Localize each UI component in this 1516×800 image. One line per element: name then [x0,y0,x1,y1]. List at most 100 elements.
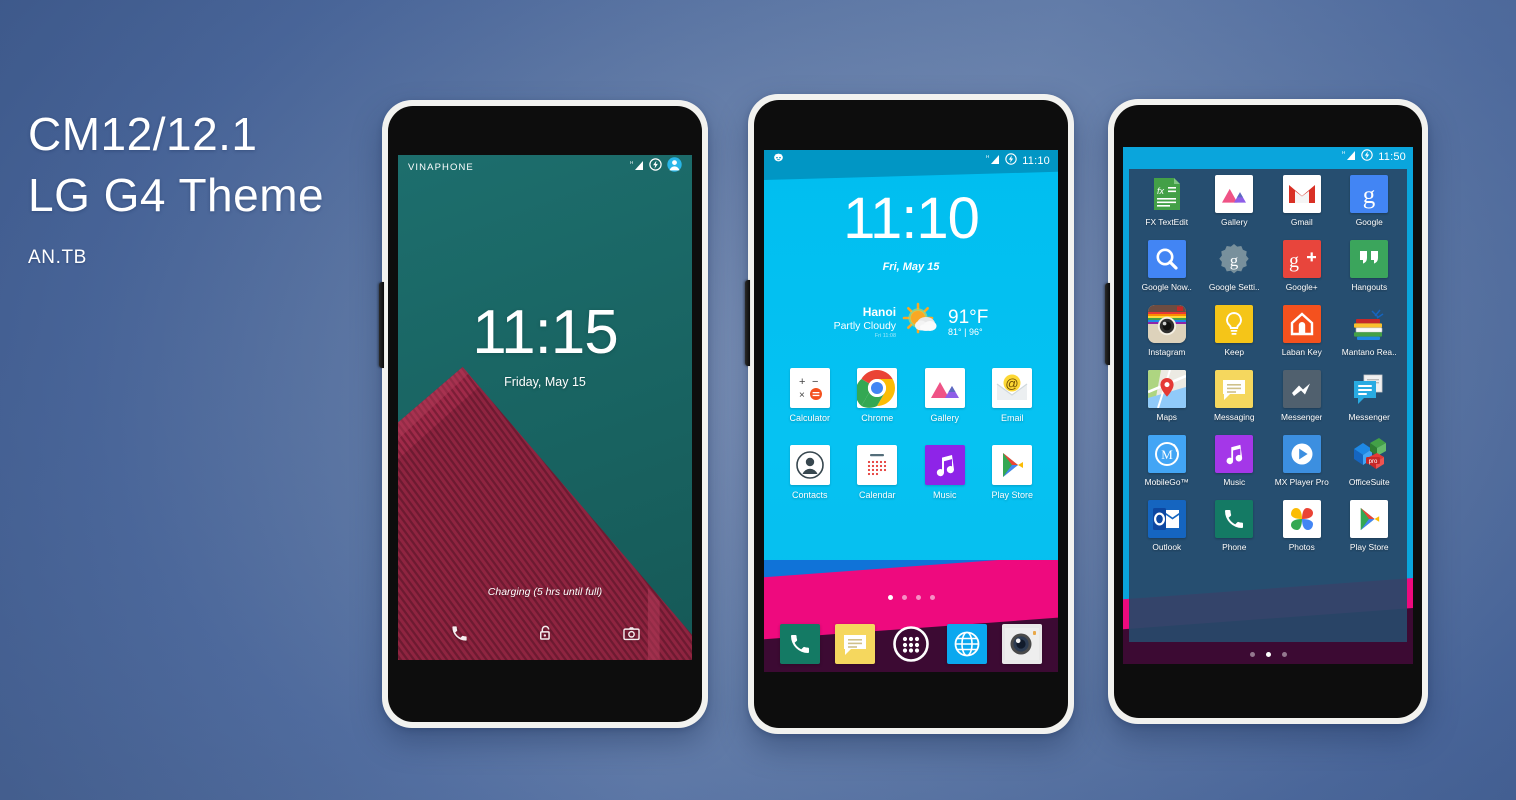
app-maps[interactable]: Maps [1133,370,1201,422]
drawer-page-indicator[interactable] [1123,652,1413,657]
app-keep[interactable]: Keep [1201,305,1269,357]
app-music[interactable]: Music [1201,435,1269,487]
volume-button[interactable] [1105,283,1110,365]
app-label: Contacts [791,490,828,500]
phone-icon[interactable] [450,624,469,648]
app-mobilego[interactable]: M MobileGo™ [1133,435,1201,487]
app-label: Google [1355,217,1383,227]
signal-icon: H [630,158,644,176]
partly-cloudy-icon [902,300,942,345]
weather-city: Hanoi [862,304,897,319]
lock-time: 11:15 [472,298,619,367]
phone-app-drawer: H 11:50 fx FX TextEdit Gallery Gmail g G… [1105,99,1428,724]
phone-screen: VINAPHONE H 11:15 Friday, May 15 Chargin… [398,155,692,660]
app-gallery[interactable]: Gallery [911,368,979,423]
unlock-icon[interactable] [536,624,555,648]
app-label: Play Store [1349,542,1389,552]
app-hangouts[interactable]: Hangouts [1336,240,1404,292]
app-gmail[interactable]: Gmail [1268,175,1336,227]
app-messaging[interactable]: Messaging [1201,370,1269,422]
app-facebook-messenger[interactable]: Messenger [1268,370,1336,422]
app-calculator[interactable]: + − × Calculator [776,368,844,423]
dock-phone-icon[interactable] [779,624,820,664]
app-phone[interactable]: Phone [1201,500,1269,552]
svg-text:g: g [1363,182,1376,209]
app-label: Gmail [1290,217,1313,227]
app-label: Messaging [1213,412,1255,422]
page-dot[interactable] [1249,652,1255,657]
app-drawer: H 11:50 fx FX TextEdit Gallery Gmail g G… [1123,147,1413,664]
app-calendar[interactable]: Calendar [844,445,912,500]
home-time: 11:10 [843,186,980,251]
author-credit: AN.TB [28,247,87,269]
app-label: OfficeSuite [1348,477,1390,487]
app-play-store[interactable]: Play Store [979,445,1047,500]
app-label: MX Player Pro [1274,477,1329,487]
app-google-photos[interactable]: Photos [1268,500,1336,552]
app-label: Photos [1288,542,1315,552]
homescreen-page-indicator[interactable] [764,595,1058,600]
app-gallery[interactable]: Gallery [1201,175,1269,227]
app-messenger-blue[interactable]: Messenger [1336,370,1404,422]
app-label: FX TextEdit [1145,217,1189,227]
app-music[interactable]: Music [911,445,979,500]
app-label: Google+ [1285,282,1318,292]
phone-home-screen: H 11:10 11:10 Fri, May 15 Hanoi Partly C… [745,94,1074,734]
title-line-1: CM12/12.1 [28,108,258,160]
app-play-store[interactable]: Play Store [1336,500,1404,552]
weather-temp: 91°F [948,306,989,328]
title-line-2: LG G4 Theme [28,168,325,221]
app-instagram[interactable]: Instagram [1133,305,1201,357]
account-avatar-icon[interactable] [667,157,682,177]
page-dot[interactable] [1265,652,1271,657]
dock-camera-icon[interactable] [1002,624,1043,664]
dock-browser-icon[interactable] [946,624,987,664]
cyanogenmod-icon [772,152,785,170]
app-google-now[interactable]: Google Now.. [1133,240,1201,292]
camera-icon[interactable] [622,624,641,648]
weather-widget[interactable]: Hanoi Partly Cloudy Fri 11:08 91°F 81° |… [764,300,1058,345]
page-dot[interactable] [887,595,893,600]
app-laban-key[interactable]: Laban Key [1268,305,1336,357]
phone-screen: H 11:10 11:10 Fri, May 15 Hanoi Partly C… [764,150,1058,672]
dock-messaging-icon[interactable] [835,624,876,664]
app-mx-player[interactable]: MX Player Pro [1268,435,1336,487]
app-label: Phone [1222,542,1247,552]
app-label: Hangouts [1351,282,1388,292]
app-email[interactable]: @ Email [979,368,1047,423]
lock-date: Friday, May 15 [504,374,586,389]
dock-app-drawer-icon[interactable] [891,624,931,664]
svg-text:g: g [1289,250,1299,272]
svg-text:fx: fx [1157,186,1165,196]
app-contacts[interactable]: Contacts [776,445,844,500]
svg-text:@: @ [1006,376,1019,391]
volume-button[interactable] [379,282,384,368]
app-fx-textedit[interactable]: fx FX TextEdit [1133,175,1201,227]
app-chrome[interactable]: Chrome [844,368,912,423]
homescreen-statusbar: H 11:10 [764,150,1058,172]
svg-text:+: + [799,376,805,388]
app-outlook[interactable]: Outlook [1133,500,1201,552]
home-date: Fri, May 15 [882,261,940,273]
volume-button[interactable] [745,280,750,366]
lockscreen: VINAPHONE H 11:15 Friday, May 15 Chargin… [398,155,692,660]
app-google-plus[interactable]: g Google+ [1268,240,1336,292]
page-dot[interactable] [901,595,907,600]
app-label: Messenger [1348,412,1390,422]
app-mantano-reader[interactable]: Mantano Rea.. [1336,305,1404,357]
app-google[interactable]: g Google [1336,175,1404,227]
lockscreen-shortcuts [398,624,692,648]
app-officesuite[interactable]: pro OfficeSuite [1336,435,1404,487]
signal-icon: H [986,152,1000,170]
page-dot[interactable] [1281,652,1287,657]
home-clock-widget[interactable]: 11:10 Fri, May 15 [764,186,1058,274]
app-label: Messenger [1281,412,1323,422]
weather-high-low: 81° | 96° [948,327,983,338]
app-label: Music [932,490,957,500]
lockscreen-clock-widget: 11:15 Friday, May 15 [398,298,692,389]
svg-text:g: g [1230,251,1239,270]
app-google-settings[interactable]: g Google Setti.. [1201,240,1269,292]
app-label: Play Store [991,490,1034,500]
page-dot[interactable] [929,595,935,600]
page-dot[interactable] [915,595,921,600]
